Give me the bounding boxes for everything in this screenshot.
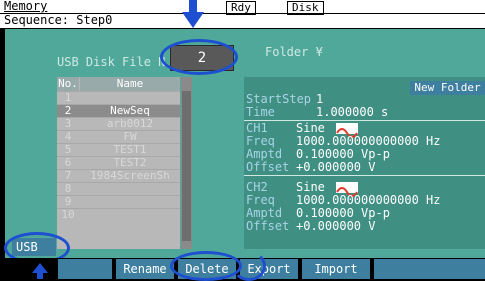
list-item[interactable]: 1 [57,91,180,104]
folder-label: Folder ¥ [265,45,323,59]
list-item[interactable]: 7 1984ScreenSh [57,169,180,182]
sine-wave-icon [336,182,358,197]
row-number: 9 [64,195,72,208]
ch1-offset-value: +0.000000 V [296,160,376,174]
list-item[interactable]: 5 TEST1 [57,143,180,156]
row-number: 6 [64,156,72,169]
list-item[interactable]: 8 [57,182,180,195]
file-list-scrollbar[interactable] [181,77,192,249]
divider [244,120,485,121]
row-name: arb0012 [106,118,154,130]
new-folder-button[interactable]: New Folder [410,81,485,95]
row-name: 1984ScreenSh [90,170,170,182]
col-name-header: Name [80,77,180,91]
row-number: 5 [64,143,72,156]
row-number: 4 [64,130,72,143]
row-name: FW [123,131,137,143]
pointer-arrow-icon [32,263,48,279]
pointer-arrow-icon [182,0,204,28]
list-item[interactable]: 10 [57,208,180,221]
detail-panel: New Folder StartStep 1 Time 1.000000 s C… [244,77,485,249]
status-bar: Memory Sequence: Step0 Rdy Disk [0,0,485,28]
time-value: 1.000000 s [316,105,389,119]
ch1-offset-label: Offset [246,160,290,174]
ch2-offset-label: Offset [246,219,290,233]
panel-title: USB Disk File N [57,55,166,69]
ch2-offset-value: +0.000000 V [296,219,376,233]
list-item[interactable]: 9 [57,195,180,208]
list-item-selected[interactable]: 2 NewSeq [57,104,180,117]
list-item[interactable]: 3 arb0012 [57,117,180,130]
new-folder-label: New Folder [414,81,481,94]
row-number: 1 [64,91,72,104]
mode-label: Memory [4,0,48,13]
row-number: 2 [64,104,72,117]
import-label: Import [314,262,358,276]
col-no-header: No. [57,77,79,91]
rename-label: Rename [123,262,167,276]
list-item[interactable]: 6 TEST2 [57,156,180,169]
callout-ellipse [160,39,238,75]
time-label: Time [246,105,275,119]
rename-button[interactable]: Rename [116,259,174,279]
divider [244,175,485,176]
callout-ellipse [232,251,266,281]
sequence-label: Sequence: Step0 [4,13,113,27]
row-number: 3 [64,117,72,130]
softkey-blank[interactable] [374,259,485,279]
disk-indicator: Disk [287,1,324,15]
import-button[interactable]: Import [302,259,370,279]
row-number: 10 [61,208,75,221]
softkey-blank[interactable] [58,259,112,279]
list-item[interactable]: 4 FW [57,130,180,143]
sine-wave-icon [336,123,358,138]
row-number: 7 [64,169,72,182]
row-name: TEST1 [113,144,147,156]
row-name: NewSeq [110,105,150,117]
rdy-indicator: Rdy [226,1,256,15]
scrollbar-thumb[interactable] [182,91,191,241]
row-name: TEST2 [113,157,147,169]
row-number: 8 [64,182,72,195]
file-list[interactable]: No. Name 1 2 NewSeq 3 arb0012 4 FW 5 TEST1 6… [57,77,180,249]
